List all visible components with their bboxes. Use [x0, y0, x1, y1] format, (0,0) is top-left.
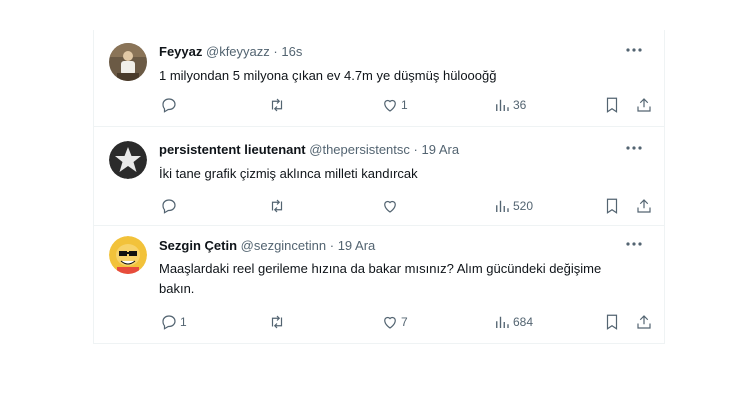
- heart-icon: [384, 316, 396, 329]
- bookmark-icon: [606, 314, 618, 330]
- avatar[interactable]: [109, 43, 147, 81]
- reply-icon: [162, 199, 176, 214]
- reply-feed: Feyyaz @kfeyyazz · 16s 1 milyondan 5 mil…: [93, 30, 665, 344]
- retweet-icon: [271, 315, 283, 329]
- views-count: 36: [513, 98, 527, 112]
- timestamp[interactable]: 16s: [281, 44, 302, 59]
- tweet-text: 1 milyondan 5 milyona çıkan ev 4.7m ye d…: [159, 68, 497, 83]
- bookmark-button[interactable]: [603, 95, 621, 115]
- timestamp[interactable]: 19 Ara: [422, 142, 460, 157]
- views-button[interactable]: 520: [493, 196, 533, 216]
- share-button[interactable]: [635, 312, 653, 332]
- heart-icon: [384, 99, 396, 112]
- author-handle[interactable]: @thepersistentsc: [309, 142, 410, 157]
- share-icon: [637, 98, 651, 112]
- share-icon: [637, 315, 651, 329]
- tweet-card[interactable]: Feyyaz @kfeyyazz · 16s 1 milyondan 5 mil…: [94, 30, 664, 127]
- views-button[interactable]: 36: [493, 95, 526, 115]
- author-name[interactable]: Feyyaz: [159, 44, 202, 59]
- like-count: 1: [401, 98, 408, 112]
- tweet-header: Feyyaz @kfeyyazz · 16s: [159, 44, 302, 59]
- retweet-button[interactable]: [268, 312, 288, 332]
- avatar[interactable]: [109, 141, 147, 179]
- bookmark-icon: [606, 198, 618, 214]
- reply-icon: [162, 315, 176, 330]
- views-icon: [496, 316, 509, 328]
- share-button[interactable]: [635, 196, 653, 216]
- tweet-text: Maaşlardaki reel gerileme hızına da baka…: [159, 261, 602, 296]
- views-button[interactable]: 684: [493, 312, 533, 332]
- author-handle[interactable]: @sezgincetinn: [241, 238, 326, 253]
- retweet-icon: [271, 98, 283, 112]
- bookmark-button[interactable]: [603, 196, 621, 216]
- more-icon[interactable]: [624, 138, 644, 158]
- share-icon: [637, 199, 651, 213]
- reply-button[interactable]: [160, 196, 180, 216]
- reply-button[interactable]: [160, 95, 180, 115]
- retweet-icon: [271, 199, 283, 213]
- author-name[interactable]: persistentent lieutenant: [159, 142, 306, 157]
- views-icon: [496, 99, 509, 111]
- tweet-text: İki tane grafik çizmiş aklınca milleti k…: [159, 166, 418, 181]
- separator-dot: ·: [329, 238, 335, 253]
- heart-icon: [384, 200, 396, 213]
- author-name[interactable]: Sezgin Çetin: [159, 238, 237, 253]
- reply-icon: [162, 98, 176, 113]
- share-button[interactable]: [635, 95, 653, 115]
- like-button[interactable]: 7: [381, 312, 408, 332]
- author-handle[interactable]: @kfeyyazz: [206, 44, 270, 59]
- retweet-button[interactable]: [268, 196, 288, 216]
- like-button[interactable]: [381, 196, 401, 216]
- tweet-header: persistentent lieutenant @thepersistents…: [159, 142, 459, 157]
- bookmark-icon: [606, 97, 618, 113]
- separator-dot: ·: [273, 44, 278, 59]
- more-icon[interactable]: [624, 234, 644, 254]
- bookmark-button[interactable]: [603, 312, 621, 332]
- timestamp[interactable]: 19 Ara: [338, 238, 376, 253]
- action-bar: 1 36: [152, 95, 662, 115]
- more-icon[interactable]: [624, 40, 644, 60]
- tweet-header: Sezgin Çetin @sezgincetinn · 19 Ara: [159, 238, 375, 253]
- views-icon: [496, 200, 509, 212]
- like-count: 7: [401, 315, 408, 329]
- action-bar: 520: [152, 196, 662, 216]
- views-count: 684: [513, 315, 534, 329]
- reply-button[interactable]: 1: [160, 312, 187, 332]
- reply-count: 1: [180, 315, 187, 329]
- separator-dot: ·: [413, 142, 418, 157]
- views-count: 520: [513, 199, 534, 213]
- avatar[interactable]: [109, 236, 147, 274]
- retweet-button[interactable]: [268, 95, 288, 115]
- action-bar: 1 7 684: [152, 312, 662, 332]
- like-button[interactable]: 1: [381, 95, 408, 115]
